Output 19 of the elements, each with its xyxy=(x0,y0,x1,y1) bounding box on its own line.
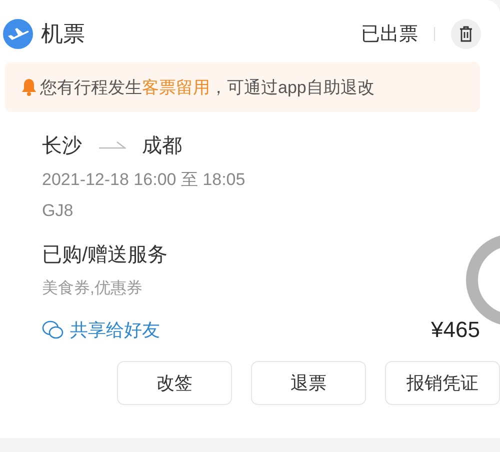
action-button[interactable]: 改签 xyxy=(117,361,232,405)
ticket-status: 已出票 xyxy=(361,23,418,47)
page-title: 机票 xyxy=(41,20,86,48)
action-button[interactable]: 退票 xyxy=(251,361,366,405)
airplane-icon xyxy=(3,19,33,49)
chat-icon xyxy=(42,320,64,340)
flight-time: 2021-12-18 16:00 至 18:05 xyxy=(42,169,246,191)
share-link[interactable]: 共享给好友 xyxy=(42,318,160,342)
services-heading: 已购/赠送服务 xyxy=(42,243,169,268)
services-list: 美食券,优惠券 xyxy=(42,278,480,299)
departure-city: 长沙 xyxy=(42,134,82,158)
ticket-price: ¥465 xyxy=(431,317,480,343)
arrival-city: 成都 xyxy=(142,134,182,158)
trash-icon xyxy=(459,26,473,42)
flight-number: GJ8 xyxy=(42,201,74,221)
bell-icon xyxy=(21,78,37,96)
delete-button[interactable] xyxy=(451,19,481,49)
action-button[interactable]: 报销凭证 xyxy=(385,361,500,405)
notice-text: 您有行程发生客票留用，可通过app自助退改 xyxy=(40,76,374,98)
